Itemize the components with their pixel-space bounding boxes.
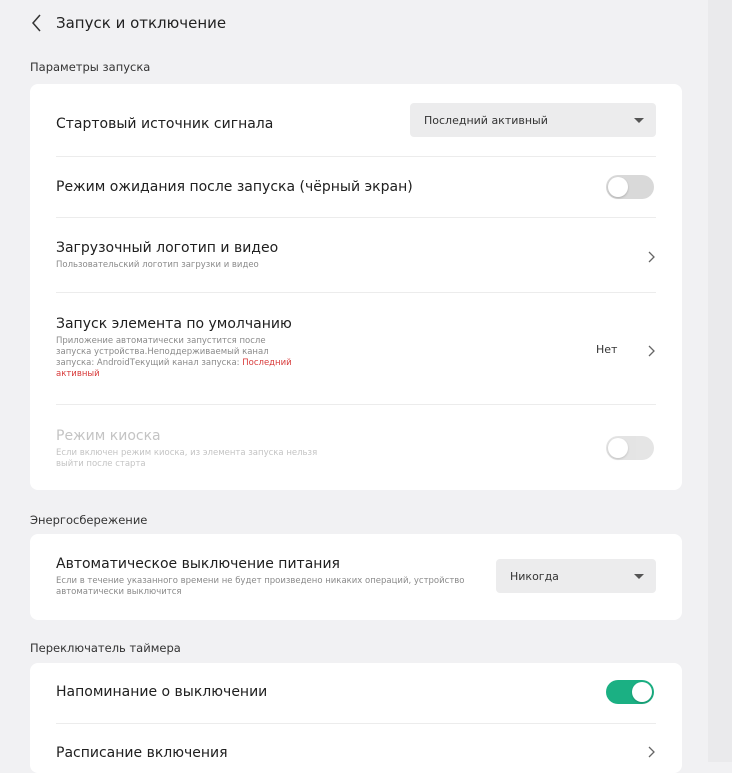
chevron-right-icon[interactable] xyxy=(646,745,656,759)
schedule-row[interactable]: Расписание включения xyxy=(56,745,656,761)
auto-off-dropdown[interactable]: Никогда xyxy=(496,559,656,593)
startup-source-value: Последний активный xyxy=(424,113,548,127)
toggle-knob xyxy=(632,682,652,702)
kiosk-row: Режим киоска Если включен режим киоска, … xyxy=(56,428,342,470)
divider xyxy=(56,404,656,405)
default-launch-label: Запуск элемента по умолчанию xyxy=(56,316,292,332)
auto-off-row: Автоматическое выключение питания Если в… xyxy=(56,556,482,598)
divider xyxy=(56,156,656,157)
schedule-label: Расписание включения xyxy=(56,745,228,761)
back-button[interactable] xyxy=(30,12,44,34)
page-title: Запуск и отключение xyxy=(56,14,227,32)
chevron-right-icon[interactable] xyxy=(646,250,656,264)
auto-off-desc: Если в течение указанного времени не буд… xyxy=(56,576,465,597)
divider xyxy=(56,723,656,724)
kiosk-desc: Если включен режим киоска, из элемента з… xyxy=(56,448,318,469)
default-launch-desc-text: Приложение автоматически запустится посл… xyxy=(56,336,269,368)
timer-card: Напоминание о выключении Расписание вклю… xyxy=(30,663,682,773)
reminder-label: Напоминание о выключении xyxy=(56,684,268,700)
section-label-power: Энергосбережение xyxy=(30,513,148,527)
startup-source-dropdown[interactable]: Последний активный xyxy=(410,103,656,137)
logo-label: Загрузочный логотип и видео xyxy=(56,240,279,256)
right-panel xyxy=(708,0,732,762)
divider xyxy=(56,217,656,218)
logo-row[interactable]: Загрузочный логотип и видео Пользователь… xyxy=(56,240,656,271)
logo-desc: Пользовательский логотип загрузки и виде… xyxy=(56,260,259,270)
dropdown-arrow-icon xyxy=(634,118,644,123)
standby-row: Режим ожидания после запуска (чёрный экр… xyxy=(56,179,656,195)
chevron-left-icon xyxy=(32,14,41,32)
standby-label: Режим ожидания после запуска (чёрный экр… xyxy=(56,179,413,195)
dropdown-arrow-icon xyxy=(634,574,644,579)
kiosk-label: Режим киоска xyxy=(56,428,161,444)
section-label-startup: Параметры запуска xyxy=(30,60,151,74)
toggle-knob xyxy=(608,177,628,197)
chevron-right-icon[interactable] xyxy=(646,344,656,358)
reminder-toggle[interactable] xyxy=(606,680,654,704)
default-launch-value: Нет xyxy=(596,343,618,356)
auto-off-label: Автоматическое выключение питания xyxy=(56,556,340,572)
startup-card: Стартовый источник сигнала Последний акт… xyxy=(30,84,682,490)
section-label-timer: Переключатель таймера xyxy=(30,641,181,655)
divider xyxy=(56,292,656,293)
default-launch-desc: Приложение автоматически запустится посл… xyxy=(56,336,302,380)
default-launch-row[interactable]: Запуск элемента по умолчанию Приложение … xyxy=(56,316,302,380)
kiosk-toggle[interactable] xyxy=(606,436,654,460)
main-content: Запуск и отключение Параметры запуска Ст… xyxy=(0,0,708,773)
standby-toggle[interactable] xyxy=(606,175,654,199)
reminder-row: Напоминание о выключении xyxy=(56,684,656,700)
power-card: Автоматическое выключение питания Если в… xyxy=(30,534,682,620)
toggle-knob xyxy=(608,438,628,458)
header: Запуск и отключение xyxy=(30,12,226,34)
auto-off-value: Никогда xyxy=(510,569,559,583)
